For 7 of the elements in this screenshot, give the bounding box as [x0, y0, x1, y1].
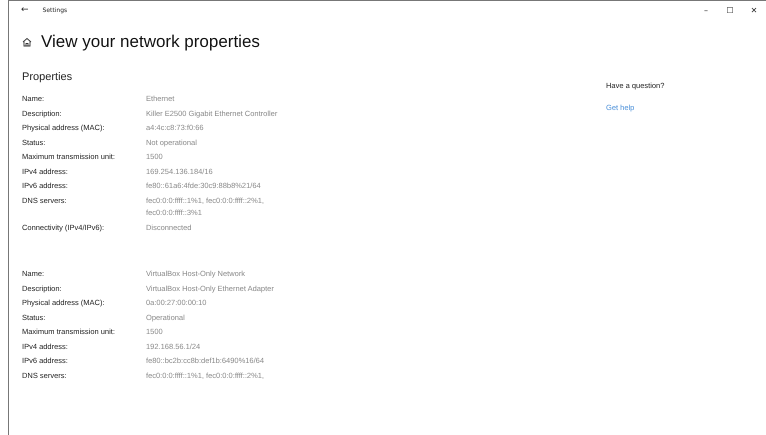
minimize-button[interactable]: –	[694, 6, 718, 14]
close-button[interactable]: ✕	[742, 6, 766, 14]
section-title: Properties	[22, 71, 74, 83]
home-icon[interactable]	[22, 37, 32, 47]
back-button[interactable]: ←	[17, 5, 33, 15]
page-title: View your network properties	[41, 32, 260, 52]
maximize-button[interactable]: ☐	[718, 6, 742, 14]
